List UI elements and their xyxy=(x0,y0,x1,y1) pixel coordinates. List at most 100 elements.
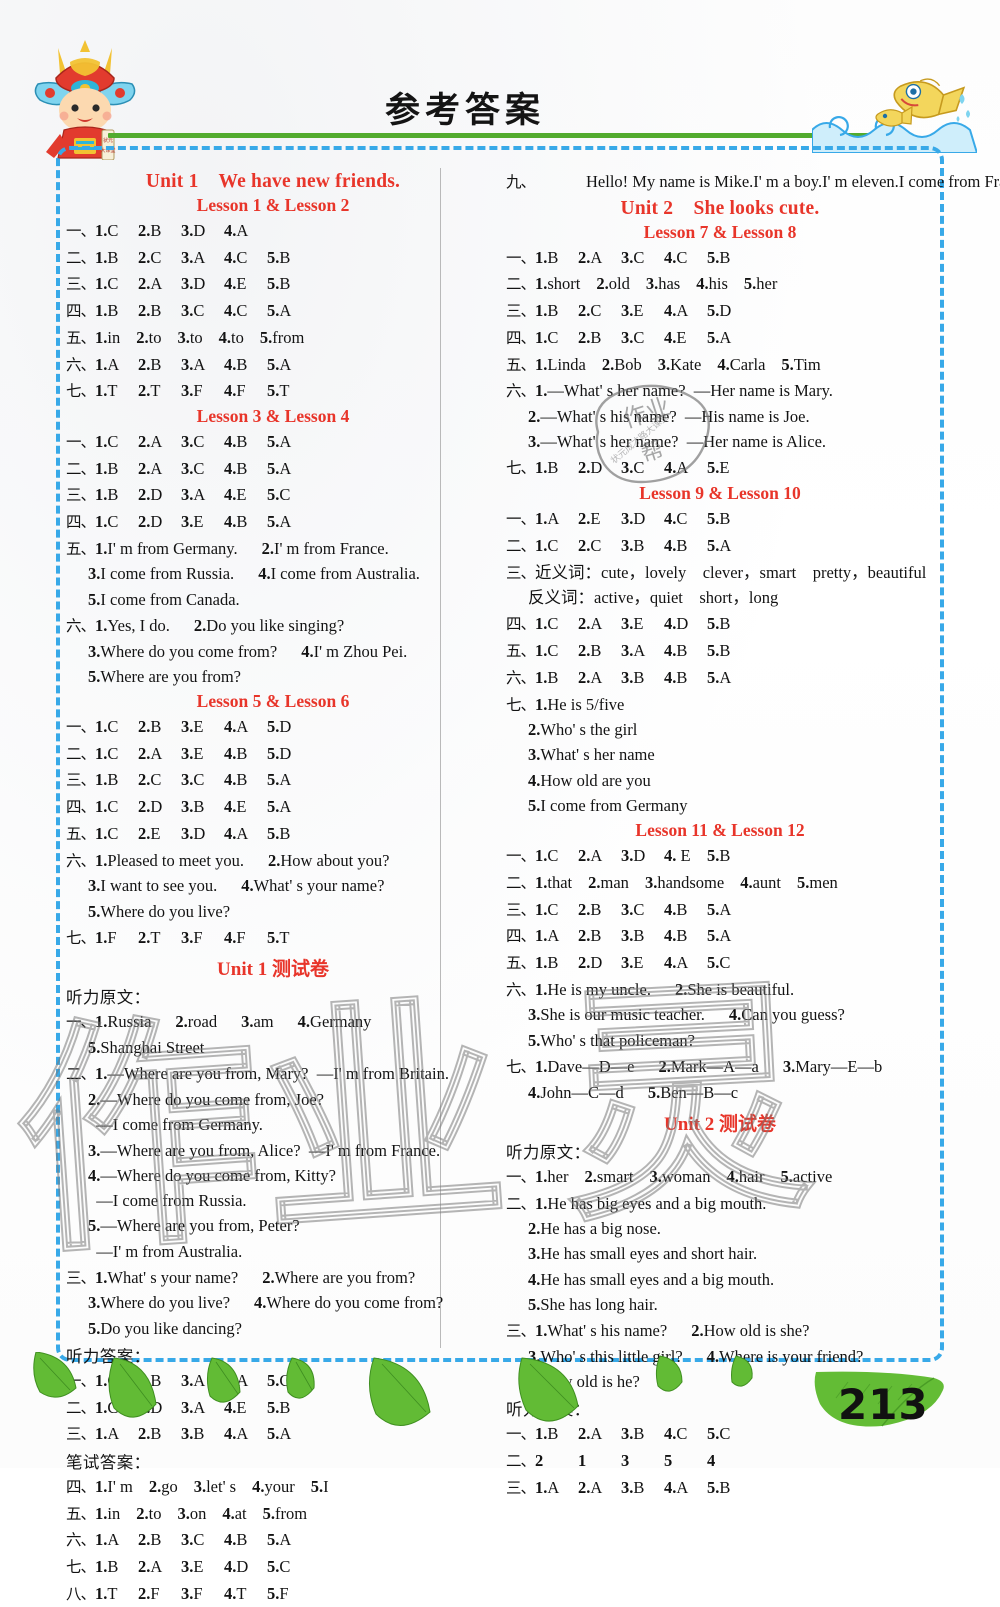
answer-item-value: Ben—B—c xyxy=(660,1082,739,1102)
answer-item: 2.C xyxy=(578,298,621,323)
answer-item: 5.B xyxy=(707,245,750,270)
answer-sentence-part: —I' m from Australia. xyxy=(88,1241,243,1261)
answer-item-number: 2. xyxy=(528,720,541,740)
answer-item-number: 3. xyxy=(88,1140,101,1160)
answer-item-number: 4. xyxy=(224,485,237,505)
answer-item-number: 3. xyxy=(181,354,194,374)
answer-sentence-part: 4.How old are you xyxy=(528,768,675,793)
answer-item-number: 1. xyxy=(535,327,548,347)
answer-marker: 二、 xyxy=(506,1452,536,1471)
answer-item-number: 3. xyxy=(181,381,194,401)
answer-item-value: to xyxy=(231,327,244,347)
answer-item-number: 2. xyxy=(138,354,151,374)
answer-item-number: 4. xyxy=(224,354,237,374)
answer-item-value: 5 xyxy=(664,1451,673,1471)
answer-item-number: 4. xyxy=(664,535,677,555)
answer-item: 4.B xyxy=(224,741,267,766)
answer-item: 2.E xyxy=(578,506,621,531)
answer-item: 1.that xyxy=(535,870,588,895)
answer-sentence-row: 六、 1.Pleased to meet you. 2.How about you? xyxy=(66,848,480,874)
answer-marker: 三、 xyxy=(66,275,96,294)
answer-item-value: B xyxy=(676,926,688,946)
answer-item-number: 1. xyxy=(95,1267,108,1287)
answer-sentence-text: 5.Shanghai Street xyxy=(88,1035,480,1060)
answer-item: 3.B xyxy=(181,794,224,819)
answer-item-value: B xyxy=(107,247,119,267)
answer-item-value: E xyxy=(676,846,691,866)
answer-item-value: C xyxy=(107,512,119,532)
answer-sentence-row: 3.What' s her name xyxy=(506,742,934,767)
answer-item-number: 5. xyxy=(88,1318,101,1338)
answer-item: 5.B xyxy=(267,821,310,846)
answer-sentence-group: 一、 1.Russia 2.road 3.am 4.Germany 5.Shanghai … xyxy=(66,1009,480,1060)
answer-sentence-group: 二、 1.He has big eyes and a big mouth. 2.He… xyxy=(506,1191,934,1318)
answer-item-value: What' s your name? xyxy=(253,876,385,896)
answer-item-number: 5. xyxy=(781,354,794,374)
answer-item-value: has xyxy=(658,274,681,294)
answer-marker: 四、 xyxy=(66,513,96,532)
answer-item-value: Yes, I do. xyxy=(107,615,170,635)
answer-row: 三、 1.C 2.B 3.C 4.B 5.A xyxy=(506,897,934,923)
answer-item: 4.E xyxy=(224,271,267,296)
answer-item-value: B xyxy=(236,458,248,478)
answer-item-value: C xyxy=(236,247,248,267)
answer-item: 4.B xyxy=(224,352,267,377)
answer-item-value: Where are you from? xyxy=(274,1267,416,1287)
answer-item-value: D xyxy=(193,823,206,843)
answer-row: 六、 1.A 2.B 3.C 4.B 5.A xyxy=(66,1527,480,1553)
answer-item-number: 3. xyxy=(645,274,659,294)
answer-item-number: 4. xyxy=(664,667,677,687)
answer-marker: 七、 xyxy=(506,695,536,714)
answer-sentence-text: 3.Where do you come from? 4.I' m Zhou Pei… xyxy=(88,639,480,664)
answer-sentence-part: 3.I come from Russia. xyxy=(88,561,258,586)
answer-item: 2.B xyxy=(578,923,621,948)
answer-item-value: D xyxy=(279,743,292,763)
answer-item: 2.A xyxy=(138,741,181,766)
answer-item-number: 5. xyxy=(88,666,101,686)
answer-item: 2.A xyxy=(138,1554,181,1579)
answer-key-page: 状元 大课堂 参考答案 Unit 1 We have new friends. … xyxy=(0,0,1000,1603)
answer-item-number: 4. xyxy=(224,823,237,843)
answer-items: 1.B 2.B 3.C 4.C 5.A xyxy=(95,298,480,323)
answer-item-value: A xyxy=(279,354,292,374)
answer-item-value: on xyxy=(189,1503,207,1523)
answer-item-value: Bob xyxy=(614,354,642,374)
answer-sentence-text: 1.—Where are you from, Mary? —I' m from … xyxy=(95,1061,480,1086)
answer-item-value: 2 xyxy=(535,1451,544,1471)
answer-item-number: 5. xyxy=(267,458,280,478)
answer-item-value: A xyxy=(279,431,292,451)
answer-item: 3.A xyxy=(621,638,664,663)
answer-sentence-row: 5.Do you like dancing? xyxy=(66,1316,480,1341)
answer-item: 5.active xyxy=(781,1164,849,1189)
answer-sentence-part: 5.I come from Canada. xyxy=(88,587,264,612)
answer-item-value: B xyxy=(547,667,559,687)
answer-item-number: 5. xyxy=(780,1166,793,1186)
answer-item-number: 3. xyxy=(181,717,194,737)
answer-sentence-row: 反义词：active，quiet short，long xyxy=(506,585,934,610)
answer-sentence-part: 1.Yes, I do. xyxy=(95,613,194,638)
answer-item-value: She has long hair. xyxy=(540,1294,658,1314)
answer-item-number: 1. xyxy=(95,1557,108,1577)
answer-item: 3.E xyxy=(181,741,224,766)
answer-item-number: 2. xyxy=(193,615,207,635)
answer-sentence-row: 三、 1.What' s his name? 2.How old is she? xyxy=(506,1318,934,1344)
answer-item: 5.A xyxy=(267,352,310,377)
answer-item-number: 1. xyxy=(95,485,108,505)
answer-item-number: 4. xyxy=(224,1557,237,1577)
answer-item: 3.D xyxy=(181,271,224,296)
answer-item-value: B xyxy=(719,846,731,866)
fish-wave-icon xyxy=(812,78,977,153)
answer-item-value: C xyxy=(107,221,119,240)
answer-sentence-text: 5.She has long hair. xyxy=(528,1292,934,1317)
answer-sentence-group: 七、 1.Dave—D—e 2.Mark—A—a 3.Mary—E—b 4.John—C… xyxy=(506,1054,934,1105)
answer-item-number: 1. xyxy=(95,615,108,635)
answer-item: 2.D xyxy=(578,950,621,975)
answer-item-value: D xyxy=(590,953,603,972)
answer-item: 2.A xyxy=(578,665,621,690)
section-label: 听力原文： xyxy=(506,1142,591,1162)
answer-sentence-part: 3.—What' s her name? —Her name is Alice. xyxy=(528,429,850,454)
answer-sentence-text: 5.I come from Canada. xyxy=(88,587,480,612)
answer-item-number: 3. xyxy=(621,614,634,634)
lesson-heading: Lesson 9 & Lesson 10 xyxy=(639,483,801,504)
answer-item-number: 2. xyxy=(138,485,151,505)
